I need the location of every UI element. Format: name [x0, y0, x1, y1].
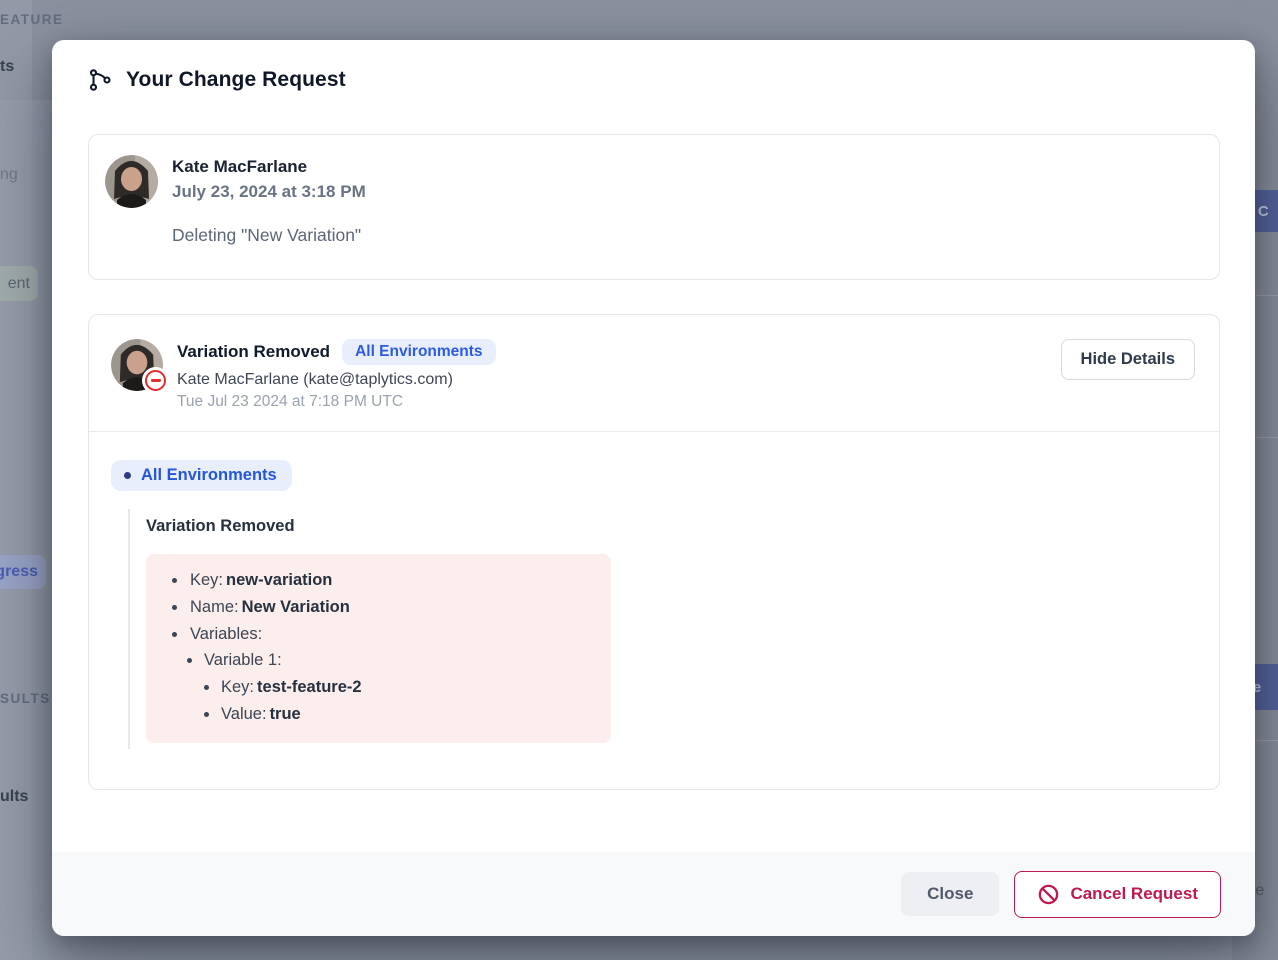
change-title-row: Variation Removed All Environments [177, 339, 1061, 365]
modal-title: Your Change Request [126, 68, 346, 92]
change-request-modal: Your Change Request Kate MacFarlane July… [52, 40, 1255, 936]
cancel-request-button[interactable]: Cancel Request [1014, 871, 1221, 918]
request-card-texts: Kate MacFarlane July 23, 2024 at 3:18 PM… [172, 155, 366, 246]
background-status-text: gress [0, 563, 38, 581]
change-timestamp: Tue Jul 23 2024 at 7:18 PM UTC [177, 393, 1061, 411]
close-button[interactable]: Close [901, 872, 999, 916]
environment-dot-icon [124, 472, 131, 479]
change-detail-card: Variation Removed All Environments Kate … [88, 314, 1220, 790]
change-author: Kate MacFarlane (kate@taplytics.com) [177, 371, 1061, 389]
branch-icon [88, 68, 112, 92]
change-section-title: Variation Removed [146, 517, 1195, 536]
removed-status-icon [142, 367, 169, 394]
change-card-body: All Environments Variation Removed Key:n… [89, 432, 1219, 789]
change-author-avatar-wrap [111, 339, 163, 391]
change-header-texts: Variation Removed All Environments Kate … [177, 339, 1061, 411]
request-timestamp: July 23, 2024 at 3:18 PM [172, 180, 366, 205]
environment-pill-label: All Environments [141, 466, 277, 485]
background-section-heading-fragment: SULTS [0, 691, 51, 706]
change-details-list: Key:new-variationName:New VariationVaria… [146, 567, 591, 728]
removed-diff-box: Key:new-variationName:New VariationVaria… [146, 554, 611, 743]
environment-pill: All Environments [111, 460, 292, 491]
modal-body: Kate MacFarlane July 23, 2024 at 3:18 PM… [52, 92, 1255, 852]
background-badge-text: ent [8, 275, 30, 293]
change-detail-item: Key:test-feature-2 [146, 674, 591, 701]
background-left-strip [0, 0, 32, 960]
request-summary-card: Kate MacFarlane July 23, 2024 at 3:18 PM… [88, 134, 1220, 280]
background-badge-fragment: ent [0, 266, 38, 301]
background-label-fragment: ng [0, 166, 18, 184]
change-detail-item: Value:true [146, 701, 591, 728]
background-tab-fragment: ults [0, 788, 28, 806]
author-avatar [105, 155, 158, 208]
prohibition-icon [1037, 883, 1060, 906]
background-heading-fragment: EATURE [0, 12, 64, 27]
hide-details-button[interactable]: Hide Details [1061, 339, 1195, 380]
environment-change-section: Variation Removed Key:new-variationName:… [128, 509, 1195, 749]
request-author-name: Kate MacFarlane [172, 155, 366, 180]
modal-footer: Close Cancel Request [52, 852, 1255, 936]
background-tab-fragment: ts [0, 58, 14, 76]
change-detail-item: Variable 1: [146, 647, 591, 674]
request-message: Deleting "New Variation" [172, 225, 366, 246]
change-title: Variation Removed [177, 342, 330, 362]
change-card-header: Variation Removed All Environments Kate … [89, 315, 1219, 432]
cancel-request-label: Cancel Request [1070, 884, 1198, 904]
change-detail-item: Name:New Variation [146, 594, 591, 621]
change-detail-item: Variables: [146, 621, 591, 648]
background-status-badge-fragment: gress [0, 555, 46, 589]
environment-badge: All Environments [342, 339, 495, 365]
modal-header: Your Change Request [52, 40, 1255, 92]
change-detail-item: Key:new-variation [146, 567, 591, 594]
